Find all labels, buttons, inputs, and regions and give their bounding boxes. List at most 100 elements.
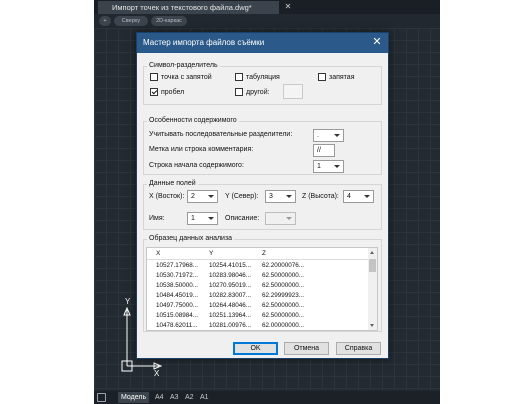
viewport-controls: + Сверху 2D-каркас xyxy=(94,16,440,27)
ucs-y-label: Y xyxy=(125,298,131,306)
table-row: 10497.75000... 10264.48046... 62.5000000… xyxy=(147,301,369,311)
close-tab-icon[interactable]: ✕ xyxy=(283,1,293,13)
table-cell: 10270.95019... xyxy=(209,282,252,289)
table-cell: 10264.48046... xyxy=(209,302,252,309)
description-field-select[interactable] xyxy=(265,212,296,225)
table-cell: 10254.41015... xyxy=(209,262,252,269)
z-field-label: Z (Высота): xyxy=(302,193,339,200)
name-field-value: 1 xyxy=(191,215,195,222)
content-group-title: Особенности содержимого xyxy=(147,117,239,124)
table-row: 10538.50000... 10270.95019... 62.5000000… xyxy=(147,281,369,291)
scroll-down-icon[interactable] xyxy=(370,324,374,327)
space-label: пробел xyxy=(161,88,185,96)
sample-data-table[interactable]: X Y Z 10527.17968... 10254.41015... 62.2… xyxy=(146,247,378,331)
z-field-select[interactable]: 4 xyxy=(343,190,374,203)
import-wizard-dialog: Мастер импорта файлов съёмки ✕ Символ-ра… xyxy=(136,32,389,359)
other-delimiter-input[interactable] xyxy=(283,84,303,99)
description-field-label: Описание: xyxy=(225,215,260,222)
semicolon-checkbox[interactable]: точка с запятой xyxy=(150,73,212,81)
name-field-label: Имя: xyxy=(149,215,165,222)
y-field-value: 3 xyxy=(269,193,273,200)
layout-tab-a3[interactable]: A3 xyxy=(167,392,182,403)
table-cell: 62.20000076... xyxy=(262,262,305,269)
table-cell: 10478.62011... xyxy=(156,322,198,329)
table-cell: 10484.45019... xyxy=(156,292,199,299)
chevron-down-icon xyxy=(286,195,292,198)
layout-tab-a4[interactable]: A4 xyxy=(152,392,167,403)
help-button[interactable]: Справка xyxy=(336,342,381,355)
comment-input[interactable]: // xyxy=(313,144,335,157)
consecutive-delimiters-select[interactable]: . xyxy=(313,129,344,142)
column-header-z[interactable]: Z xyxy=(262,250,266,257)
table-cell: 10497.75000... xyxy=(156,302,199,309)
comma-label: запятая xyxy=(329,73,355,81)
table-row: 10530.71972... 10283.98046... 62.5000000… xyxy=(147,271,369,281)
consecutive-delimiters-label: Учитывать последовательные разделители: xyxy=(149,131,293,138)
view-cube-selector[interactable]: Сверху xyxy=(114,16,148,26)
dialog-titlebar: Мастер импорта файлов съёмки ✕ xyxy=(137,33,388,53)
document-tab-bar: Импорт точек из текстового файла.dwg* ✕ xyxy=(94,0,440,14)
x-field-select[interactable]: 2 xyxy=(187,190,218,203)
comma-checkbox-box[interactable] xyxy=(318,73,326,81)
name-field-select[interactable]: 1 xyxy=(187,212,218,225)
other-checkbox[interactable]: другой: xyxy=(235,88,270,96)
table-cell: 10515.08984... xyxy=(156,312,199,319)
comment-label: Метка или строка комментария: xyxy=(149,146,254,153)
table-cell: 10530.71972... xyxy=(156,272,199,279)
visual-style-selector[interactable]: 2D-каркас xyxy=(151,16,187,26)
table-cell: 62.00000000... xyxy=(262,322,305,329)
scroll-up-icon[interactable] xyxy=(370,251,374,254)
table-cell: 62.50000000... xyxy=(262,282,305,289)
document-tab[interactable]: Импорт точек из текстового файла.dwg* xyxy=(98,1,279,14)
table-cell: 62.50000000... xyxy=(262,312,305,319)
chevron-down-icon xyxy=(286,217,292,220)
x-field-value: 2 xyxy=(191,193,195,200)
tab-label: табуляция xyxy=(246,73,280,81)
table-cell: 62.50000000... xyxy=(262,272,305,279)
cancel-button[interactable]: Отмена xyxy=(284,342,329,355)
ucs-x-label: X xyxy=(154,369,160,378)
other-label: другой: xyxy=(246,88,270,96)
table-cell: 62.29999923... xyxy=(262,292,305,299)
comma-checkbox[interactable]: запятая xyxy=(318,73,355,81)
y-field-label: Y (Север): xyxy=(225,193,259,200)
table-cell: 10251.13964... xyxy=(209,312,252,319)
ok-button[interactable]: OK xyxy=(233,342,278,355)
space-checkbox-box[interactable] xyxy=(150,88,158,96)
close-icon[interactable]: ✕ xyxy=(371,36,383,49)
column-header-x[interactable]: X xyxy=(156,250,160,257)
consecutive-delimiters-value: . xyxy=(317,132,319,139)
start-row-select[interactable]: 1 xyxy=(313,160,344,173)
field-data-group-title: Данные полей xyxy=(147,180,198,187)
table-cell: 10283.98046... xyxy=(209,272,252,279)
table-cell: 10527.17968... xyxy=(156,262,199,269)
layout-tab-a2[interactable]: A2 xyxy=(182,392,197,403)
sample-data-group-title: Образец данных анализа xyxy=(147,235,235,242)
chevron-down-icon xyxy=(208,217,214,220)
scroll-thumb[interactable] xyxy=(369,259,376,272)
delimiter-group: Символ-разделитель точка с запятой табул… xyxy=(143,62,382,105)
field-data-group: Данные полей X (Восток): 2 Y (Север): 3 … xyxy=(143,180,382,230)
column-header-y[interactable]: Y xyxy=(209,250,213,257)
x-field-label: X (Восток): xyxy=(149,193,185,200)
chevron-down-icon xyxy=(334,165,340,168)
table-row: 10515.08984... 10251.13964... 62.5000000… xyxy=(147,311,369,321)
table-header: X Y Z xyxy=(147,248,369,260)
layout-tab-bar: Модель A4 A3 A2 A1 xyxy=(94,391,440,404)
viewport-menu-button[interactable]: + xyxy=(99,16,111,26)
chevron-down-icon xyxy=(334,134,340,137)
other-checkbox-box[interactable] xyxy=(235,88,243,96)
table-scrollbar[interactable] xyxy=(368,248,377,330)
layout-tab-model[interactable]: Модель xyxy=(118,392,150,403)
y-field-select[interactable]: 3 xyxy=(265,190,296,203)
layout-tab-a1[interactable]: A1 xyxy=(197,392,212,403)
chevron-down-icon xyxy=(364,195,370,198)
delimiter-group-title: Символ-разделитель xyxy=(147,62,220,69)
tab-checkbox[interactable]: табуляция xyxy=(235,73,280,81)
semicolon-checkbox-box[interactable] xyxy=(150,73,158,81)
layouts-icon[interactable] xyxy=(97,393,106,402)
table-cell: 10282.83007... xyxy=(209,292,252,299)
tab-checkbox-box[interactable] xyxy=(235,73,243,81)
space-checkbox[interactable]: пробел xyxy=(150,88,184,96)
content-group: Особенности содержимого Учитывать послед… xyxy=(143,117,382,175)
